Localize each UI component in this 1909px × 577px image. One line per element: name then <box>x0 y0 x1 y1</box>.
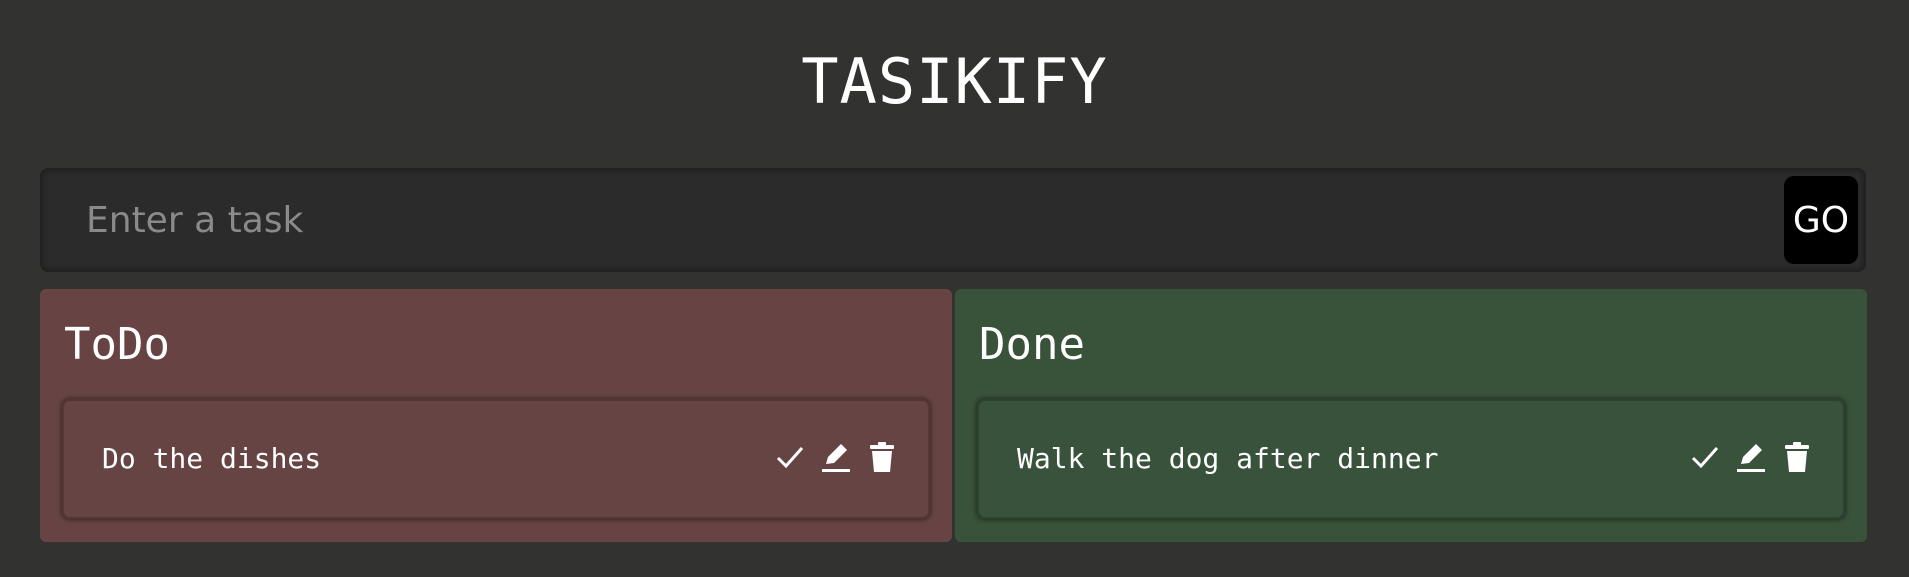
task-input[interactable] <box>42 170 1780 270</box>
check-icon[interactable] <box>1689 439 1721 475</box>
task-actions <box>774 439 898 475</box>
trash-icon[interactable] <box>866 439 898 475</box>
done-panel: Done Walk the dog after dinner <box>955 289 1867 542</box>
trash-icon[interactable] <box>1781 439 1813 475</box>
todo-panel: ToDo Do the dishes <box>40 289 952 542</box>
check-icon[interactable] <box>774 439 806 475</box>
done-heading: Done <box>979 319 1085 370</box>
task-card: Do the dishes <box>62 399 930 519</box>
task-form: GO <box>40 168 1866 272</box>
pencil-icon[interactable] <box>820 439 852 475</box>
task-card: Walk the dog after dinner <box>977 399 1845 519</box>
pencil-icon[interactable] <box>1735 439 1767 475</box>
task-text: Walk the dog after dinner <box>1017 442 1439 475</box>
task-actions <box>1689 439 1813 475</box>
todo-heading: ToDo <box>64 319 170 370</box>
go-button[interactable]: GO <box>1784 176 1858 264</box>
app-title: TASIKIFY <box>801 45 1108 118</box>
task-text: Do the dishes <box>102 442 322 475</box>
